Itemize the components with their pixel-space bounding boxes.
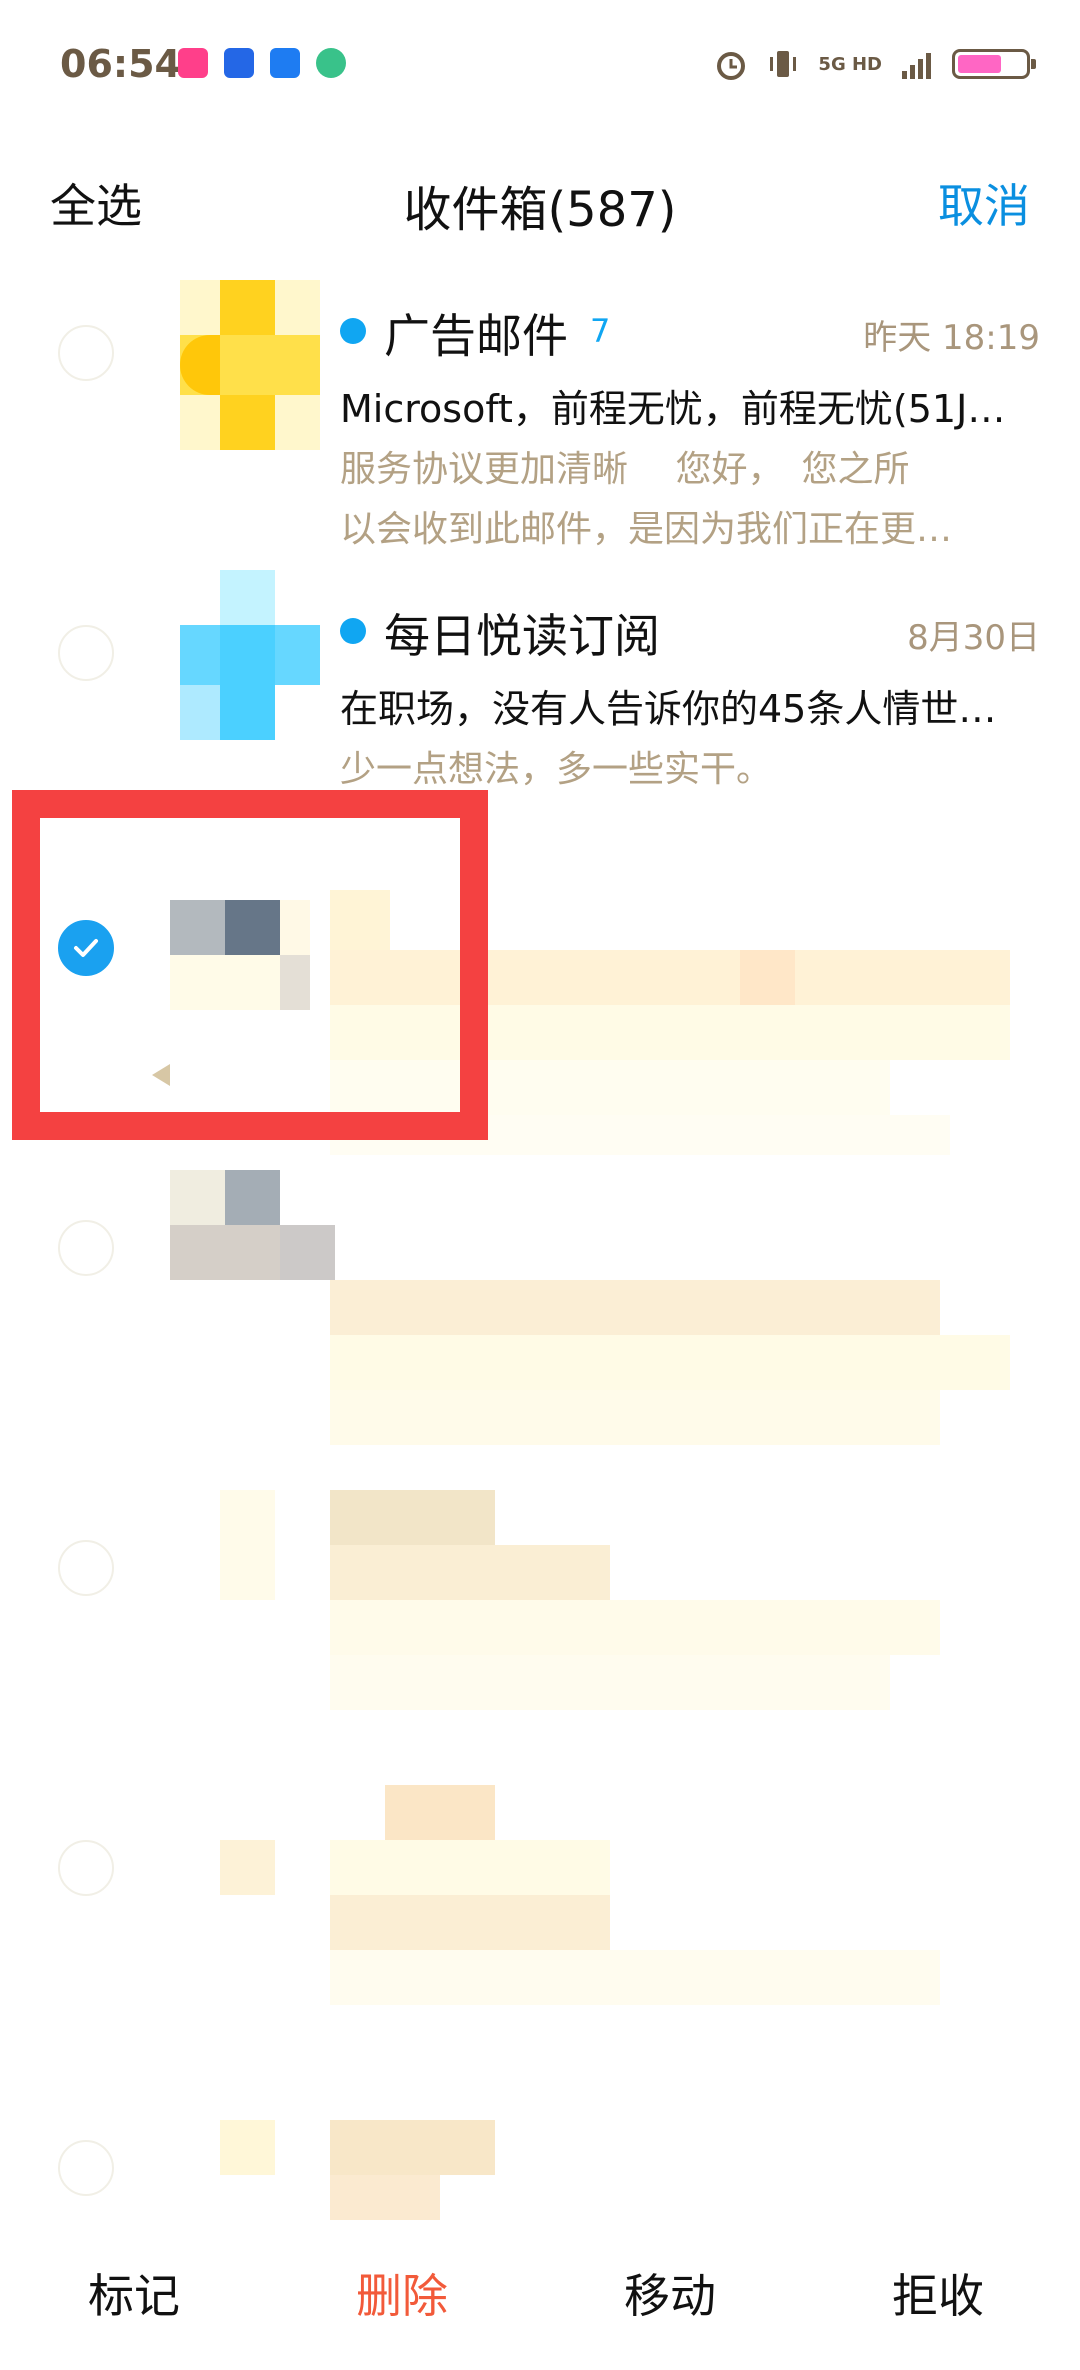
delete-button[interactable]: 删除 <box>356 2260 448 2326</box>
email-sender: 广告邮件 <box>384 309 568 363</box>
email-row[interactable]: 每日悦读订阅 8月30日 在职场，没有人告诉你的45条人情世… 少一点想法，多一… <box>0 570 1080 790</box>
email-date: 昨天 18:19 <box>863 318 1040 358</box>
move-button[interactable]: 移动 <box>624 2260 716 2326</box>
header-bar: 全选 收件箱(587) 取消 <box>0 150 1080 250</box>
thread-count: 7 <box>590 312 611 350</box>
avatar <box>180 280 320 450</box>
select-checkbox[interactable] <box>58 1540 114 1596</box>
select-checkbox[interactable] <box>58 1220 114 1276</box>
email-row[interactable] <box>0 1470 1080 1770</box>
signal-icon <box>902 53 931 79</box>
avatar <box>180 570 320 740</box>
vibrate-icon <box>770 51 797 77</box>
select-checkbox[interactable] <box>58 1840 114 1896</box>
app-icon-4 <box>316 48 346 78</box>
email-sender: 每日悦读订阅 <box>384 609 660 663</box>
mark-button[interactable]: 标记 <box>88 2260 180 2326</box>
email-row[interactable] <box>0 1770 1080 2070</box>
alarm-icon <box>717 52 746 80</box>
tencent-icon <box>224 48 254 78</box>
email-subject: Microsoft，前程无忧，前程无忧(51J… <box>340 387 1006 431</box>
reject-button[interactable]: 拒收 <box>892 2260 984 2326</box>
selection-highlight <box>12 790 488 1140</box>
email-preview: 服务协议更加清晰 您好， 您之所 <box>340 449 910 490</box>
email-preview: 少一点想法，多一些实干。 <box>340 749 773 790</box>
unread-dot <box>340 318 366 344</box>
unread-dot <box>340 618 366 644</box>
bottom-toolbar: 标记 删除 移动 拒收 <box>0 2220 1080 2370</box>
email-subject: 在职场，没有人告诉你的45条人情世… <box>340 687 997 731</box>
email-preview: 以会收到此邮件，是因为我们正在更… <box>340 509 953 550</box>
battery-icon <box>952 49 1036 79</box>
page-title: 收件箱(587) <box>403 182 677 238</box>
status-time: 06:54 <box>60 42 181 86</box>
network-label: 5G HD <box>818 53 882 75</box>
app-icon-1 <box>178 48 208 78</box>
email-row[interactable] <box>0 1150 1080 1450</box>
email-row[interactable]: 广告邮件 7 昨天 18:19 Microsoft，前程无忧，前程无忧(51J…… <box>0 270 1080 560</box>
alipay-icon <box>270 48 300 78</box>
select-checkbox[interactable] <box>58 325 114 381</box>
select-checkbox[interactable] <box>58 625 114 681</box>
select-checkbox[interactable] <box>58 2140 114 2196</box>
email-date: 8月30日 <box>907 618 1040 658</box>
status-bar: 06:54 5G HD <box>0 0 1080 130</box>
cancel-button[interactable]: 取消 <box>938 170 1030 236</box>
